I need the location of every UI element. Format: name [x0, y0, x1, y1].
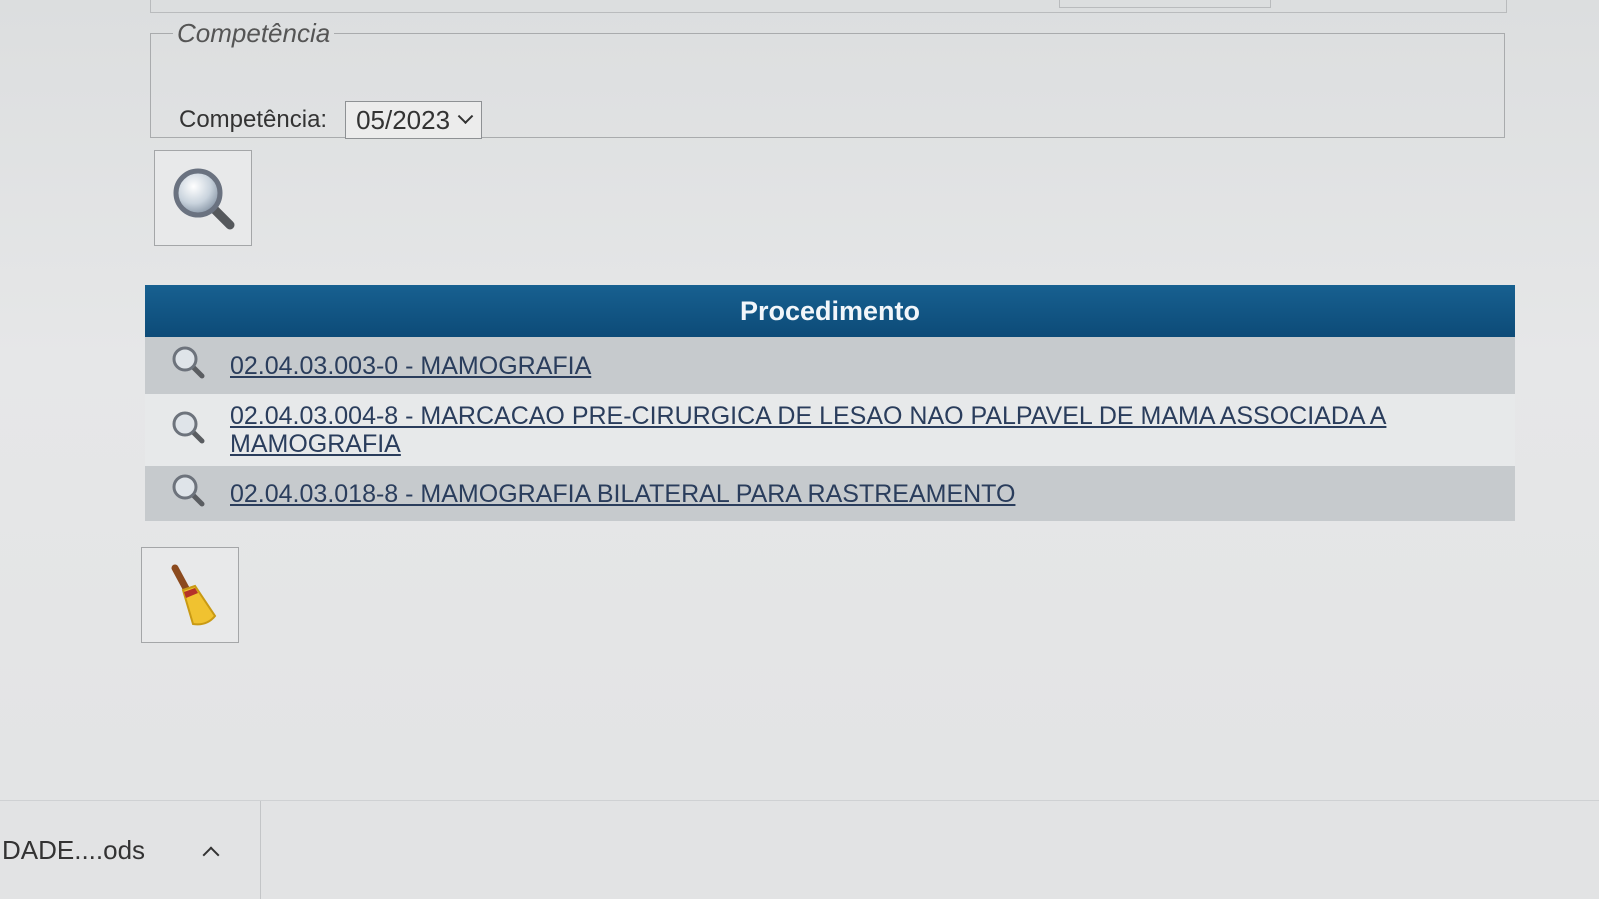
procedure-link[interactable]: 02.04.03.003-0 - MAMOGRAFIA [230, 352, 591, 380]
search-button[interactable] [154, 150, 252, 246]
competencia-legend: Competência [177, 18, 331, 48]
row-icon-cell [145, 394, 230, 466]
row-icon-cell [145, 337, 230, 394]
download-bar: DADE....ods [0, 800, 1599, 899]
row-text-cell: 02.04.03.018-8 - MAMOGRAFIA BILATERAL PA… [230, 466, 1515, 521]
previous-field-edge [1059, 0, 1271, 8]
download-file-name: DADE....ods [2, 835, 146, 865]
procedimento-table: Procedimento 02.04.03.003-0 - MAMOGRAFIA [145, 285, 1515, 521]
table-header-procedimento: Procedimento [145, 285, 1515, 337]
competencia-select[interactable]: 05/2023 [345, 101, 483, 139]
competencia-selected-value: 05/2023 [356, 104, 451, 135]
download-item[interactable]: DADE....ods [0, 801, 261, 899]
table-header-row: Procedimento [145, 285, 1515, 337]
magnifier-icon [173, 168, 235, 230]
chevron-down-icon [457, 107, 474, 124]
magnifier-icon[interactable] [170, 344, 206, 380]
row-text-cell: 02.04.03.003-0 - MAMOGRAFIA [230, 337, 1515, 394]
chevron-up-icon[interactable] [202, 846, 220, 864]
procedure-link[interactable]: 02.04.03.004-8 - MARCACAO PRE-CIRURGICA … [230, 402, 1386, 458]
page: Competência Competência: 05/2023 Procedi… [0, 0, 1599, 899]
row-text-cell: 02.04.03.004-8 - MARCACAO PRE-CIRURGICA … [230, 394, 1515, 466]
table-row: 02.04.03.018-8 - MAMOGRAFIA BILATERAL PA… [145, 466, 1515, 521]
table-row: 02.04.03.003-0 - MAMOGRAFIA [145, 337, 1515, 394]
competencia-fieldset: Competência Competência: 05/2023 [150, 18, 1505, 139]
magnifier-icon[interactable] [170, 409, 206, 445]
broom-icon [171, 564, 217, 626]
procedure-link[interactable]: 02.04.03.018-8 - MAMOGRAFIA BILATERAL PA… [230, 480, 1015, 508]
row-icon-cell [145, 466, 230, 521]
competencia-label: Competência: [179, 106, 328, 133]
previous-fieldset-edge [150, 0, 1507, 13]
clear-button[interactable] [141, 547, 239, 643]
magnifier-icon[interactable] [170, 472, 206, 508]
table-row: 02.04.03.004-8 - MARCACAO PRE-CIRURGICA … [145, 394, 1515, 466]
competencia-row: Competência: 05/2023 [179, 101, 483, 139]
